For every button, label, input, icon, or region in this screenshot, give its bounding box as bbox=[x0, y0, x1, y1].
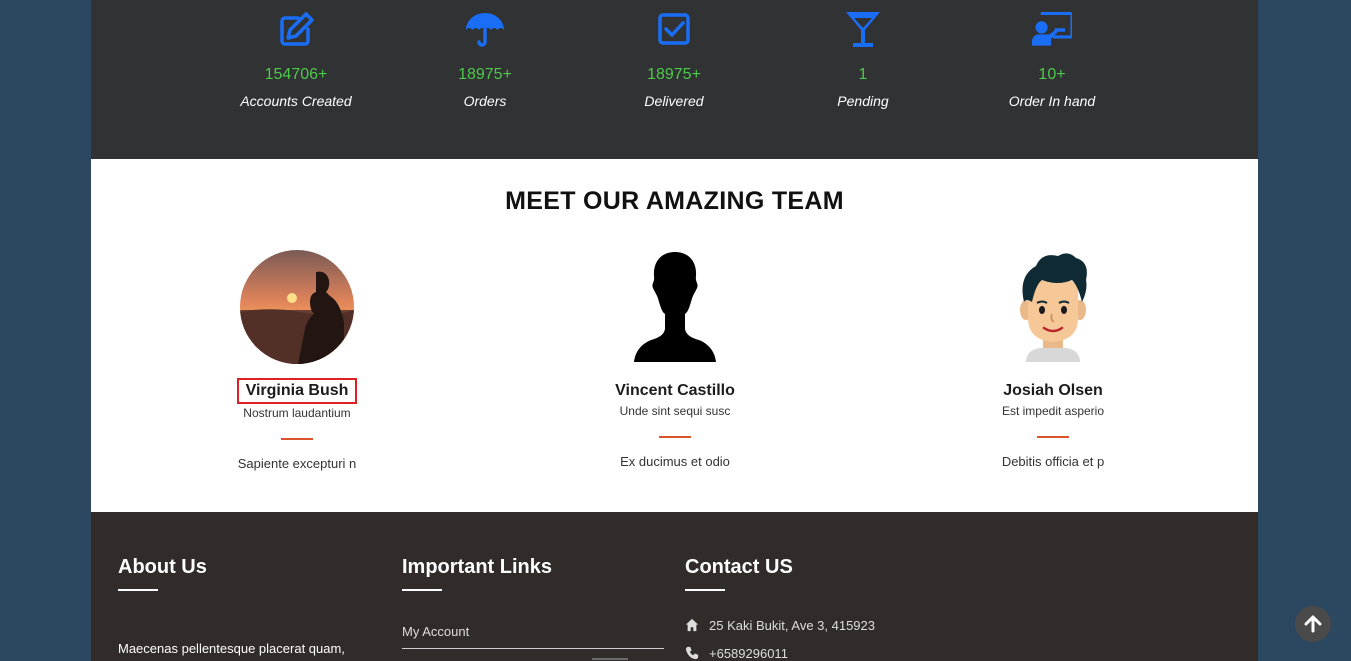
footer-link-partial[interactable] bbox=[402, 654, 664, 661]
silhouette-avatar bbox=[634, 252, 716, 362]
member-role: Nostrum laudantium bbox=[243, 406, 351, 420]
member-name[interactable]: Virginia Bush bbox=[236, 378, 358, 404]
site-footer: About Us Maecenas pellentesque placerat … bbox=[91, 512, 1258, 661]
heading-underline bbox=[685, 589, 725, 591]
footer-about: About Us bbox=[118, 556, 207, 591]
footer-contact: Contact US bbox=[685, 556, 793, 591]
footer-links-heading: Important Links bbox=[402, 556, 553, 578]
stat-delivered: 18975+ Delivered bbox=[574, 10, 774, 109]
stat-label: Delivered bbox=[644, 93, 704, 109]
footer-links: Important Links bbox=[402, 556, 552, 591]
cartoon-man-avatar bbox=[1020, 253, 1087, 362]
footer-about-text: Maecenas pellentesque placerat quam, bbox=[118, 641, 345, 656]
page-container: 154706+ Accounts Created 18975+ Orders 1… bbox=[91, 0, 1258, 661]
member-name[interactable]: Josiah Olsen bbox=[995, 380, 1111, 402]
accent-divider bbox=[659, 436, 691, 438]
scroll-to-top-button[interactable] bbox=[1295, 606, 1331, 642]
arrow-up-icon bbox=[1304, 615, 1322, 633]
stat-pending: 1 Pending bbox=[763, 10, 963, 109]
heading-underline bbox=[402, 589, 442, 591]
stat-order-in-hand: 10+ Order In hand bbox=[952, 10, 1152, 109]
phone-icon bbox=[685, 646, 699, 660]
team-member-card: Josiah Olsen Est impedit asperio Debitis… bbox=[933, 250, 1173, 469]
home-icon bbox=[685, 618, 699, 632]
member-role: Unde sint sequi susc bbox=[619, 404, 731, 418]
contact-address: 25 Kaki Bukit, Ave 3, 415923 bbox=[709, 618, 875, 633]
footer-contact-heading: Contact US bbox=[685, 556, 793, 578]
member-description: Ex ducimus et odio bbox=[620, 454, 730, 469]
team-section: MEET OUR AMAZING TEAM Virginia Bush Nost… bbox=[91, 159, 1258, 512]
checkbox-icon bbox=[658, 13, 690, 45]
cocktail-icon bbox=[846, 12, 880, 47]
member-role: Est impedit asperio bbox=[1001, 404, 1105, 418]
stat-value: 154706+ bbox=[264, 66, 328, 83]
member-name[interactable]: Vincent Castillo bbox=[607, 380, 743, 402]
edit-icon bbox=[280, 12, 314, 46]
team-member-card: Virginia Bush Nostrum laudantium Sapient… bbox=[177, 250, 417, 471]
stat-value: 18975+ bbox=[458, 66, 512, 83]
stat-accounts-created: 154706+ Accounts Created bbox=[196, 10, 396, 109]
heading-underline bbox=[118, 589, 158, 591]
stat-label: Order In hand bbox=[1008, 93, 1096, 109]
umbrella-icon bbox=[466, 13, 504, 47]
team-title: MEET OUR AMAZING TEAM bbox=[505, 187, 844, 215]
stat-value: 1 bbox=[858, 66, 868, 83]
member-description: Debitis officia et p bbox=[1001, 454, 1105, 469]
stats-band: 154706+ Accounts Created 18975+ Orders 1… bbox=[91, 0, 1258, 159]
stat-label: Pending bbox=[837, 93, 889, 109]
member-description: Sapiente excepturi n bbox=[237, 456, 357, 471]
contact-address-row: 25 Kaki Bukit, Ave 3, 415923 bbox=[685, 618, 875, 633]
footer-about-heading: About Us bbox=[118, 556, 207, 578]
stat-label: Orders bbox=[463, 93, 507, 109]
stat-value: 10+ bbox=[1038, 66, 1066, 83]
footer-link-my-account[interactable]: My Account bbox=[402, 624, 664, 649]
stat-value: 18975+ bbox=[647, 66, 701, 83]
accent-divider bbox=[1037, 436, 1069, 438]
stat-label: Accounts Created bbox=[240, 93, 352, 109]
accent-divider bbox=[281, 438, 313, 440]
contact-phone-row: +6589296011 bbox=[685, 646, 788, 661]
stat-orders: 18975+ Orders bbox=[385, 10, 585, 109]
team-member-card: Vincent Castillo Unde sint sequi susc Ex… bbox=[555, 250, 795, 469]
link-partial-bar bbox=[592, 658, 628, 660]
presenter-icon bbox=[1032, 11, 1072, 46]
sunset-photo-avatar bbox=[240, 250, 354, 364]
contact-phone[interactable]: +6589296011 bbox=[709, 646, 788, 661]
